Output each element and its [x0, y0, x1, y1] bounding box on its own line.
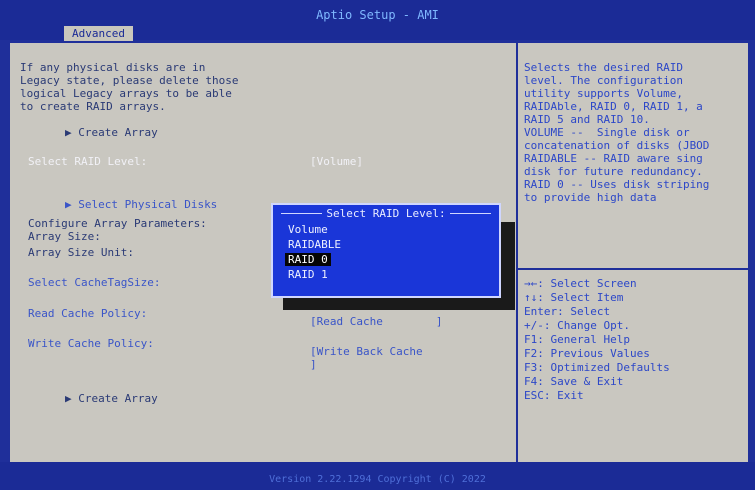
select-cachetagsize-label[interactable]: Select CacheTagSize:	[28, 276, 160, 289]
create-array-top-label: Create Array	[78, 126, 158, 139]
window-title: Aptio Setup - AMI	[316, 8, 439, 22]
help-separator	[518, 268, 748, 270]
info-text-line-2: Legacy state, please delete those	[20, 74, 239, 87]
read-cache-policy-value[interactable]: [Read Cache ]	[310, 315, 442, 328]
create-array-top-item[interactable]: ▶ Create Array	[12, 113, 158, 152]
array-size-label[interactable]: Array Size:	[28, 230, 101, 243]
read-cache-policy-label[interactable]: Read Cache Policy:	[28, 307, 147, 320]
help-pane: Selects the desired RAID level. The conf…	[518, 43, 748, 462]
bios-screen: Aptio Setup - AMI Advanced If any physic…	[0, 0, 755, 490]
help-line-11: to provide high data	[524, 191, 657, 204]
raid-option-volume[interactable]: Volume	[285, 223, 331, 236]
key-hint-select-item: ↑↓: Select Item	[524, 291, 624, 304]
info-text-line-4: to create RAID arrays.	[20, 100, 166, 113]
select-raid-level-label[interactable]: Select RAID Level:	[28, 155, 147, 168]
triangle-right-icon: ▶	[64, 392, 72, 405]
write-cache-policy-label[interactable]: Write Cache Policy:	[28, 337, 154, 350]
configure-array-parameters-label: Configure Array Parameters:	[28, 217, 207, 230]
key-hint-enter: Enter: Select	[524, 305, 611, 318]
help-line-5: RAID 5 and RAID 10.	[524, 113, 650, 126]
raid-option-raid1[interactable]: RAID 1	[285, 268, 331, 281]
info-text-line-1: If any physical disks are in	[20, 61, 206, 74]
triangle-right-icon: ▶	[64, 126, 72, 139]
help-line-3: utility supports Volume,	[524, 87, 683, 100]
info-text-line-3: logical Legacy arrays to be able	[20, 87, 232, 100]
select-physical-disks-label: Select Physical Disks	[78, 198, 218, 211]
key-hint-f4: F4: Save & Exit	[524, 375, 624, 388]
status-bar: Version 2.22.1294 Copyright (C) 2022	[0, 462, 755, 490]
write-cache-policy-value-line-2: ]	[310, 358, 317, 371]
key-hint-f2: F2: Previous Values	[524, 347, 650, 360]
write-cache-policy-value-line-1[interactable]: [Write Back Cache	[310, 345, 423, 358]
help-line-7: concatenation of disks (JBOD	[524, 139, 710, 152]
key-hint-change-opt: +/-: Change Opt.	[524, 319, 630, 332]
help-line-10: RAID 0 -- Uses disk striping	[524, 178, 710, 191]
key-hint-f3: F3: Optimized Defaults	[524, 361, 670, 374]
title-bar: Aptio Setup - AMI Advanced	[0, 0, 755, 41]
help-line-4: RAIDAble, RAID 0, RAID 1, a	[524, 100, 703, 113]
triangle-right-icon: ▶	[64, 198, 72, 211]
select-raid-level-value[interactable]: [Volume]	[310, 155, 363, 168]
raid-option-raidable[interactable]: RAIDABLE	[285, 238, 344, 251]
create-array-bottom-item[interactable]: ▶ Create Array	[12, 379, 158, 418]
help-line-2: level. The configuration	[524, 74, 683, 87]
help-line-9: disk for future redundancy.	[524, 165, 703, 178]
array-size-unit-label[interactable]: Array Size Unit:	[28, 246, 134, 259]
help-line-8: RAIDABLE -- RAID aware sing	[524, 152, 703, 165]
key-hint-select-screen: →←: Select Screen	[524, 277, 637, 290]
help-line-1: Selects the desired RAID	[524, 61, 683, 74]
popup-title: Select RAID Level:	[322, 207, 450, 220]
help-line-6: VOLUME -- Single disk or	[524, 126, 690, 139]
version-footer: Version 2.22.1294 Copyright (C) 2022	[269, 474, 486, 485]
raid-level-popup: Select RAID Level: Volume RAIDABLE RAID …	[271, 203, 501, 298]
key-hint-f1: F1: General Help	[524, 333, 630, 346]
create-array-bottom-label: Create Array	[78, 392, 158, 405]
key-hint-esc: ESC: Exit	[524, 389, 584, 402]
raid-option-raid0[interactable]: RAID 0	[285, 253, 331, 266]
tab-advanced[interactable]: Advanced	[64, 26, 133, 41]
